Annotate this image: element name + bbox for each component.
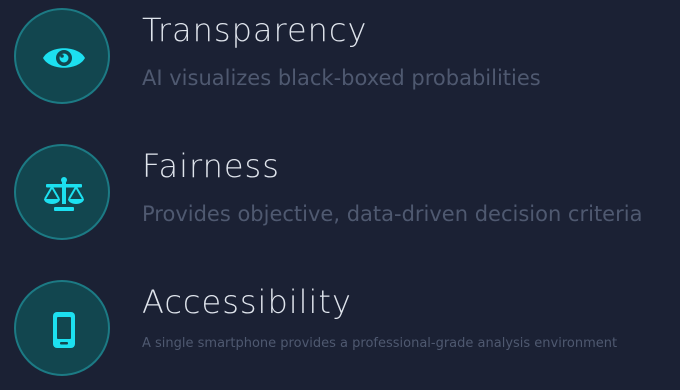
feature-description: A single smartphone provides a professio…: [142, 336, 618, 351]
feature-description: Provides objective, data-driven decision…: [142, 202, 643, 226]
feature-title: Accessibility: [142, 283, 352, 321]
feature-fairness: Fairness Provides objective, data-driven…: [14, 144, 674, 244]
feature-accessibility: Accessibility A single smartphone provid…: [14, 280, 674, 380]
icon-badge: [14, 144, 110, 240]
balance-scale-icon: [44, 177, 84, 211]
feature-list: Transparency AI visualizes black-boxed p…: [0, 0, 680, 390]
feature-description: AI visualizes black-boxed probabilities: [142, 66, 541, 90]
eye-icon: [43, 48, 85, 68]
feature-title: Fairness: [142, 147, 280, 185]
icon-badge: [14, 280, 110, 376]
feature-title: Transparency: [142, 11, 368, 49]
feature-transparency: Transparency AI visualizes black-boxed p…: [14, 8, 674, 108]
smartphone-icon: [53, 312, 75, 348]
icon-badge: [14, 8, 110, 104]
